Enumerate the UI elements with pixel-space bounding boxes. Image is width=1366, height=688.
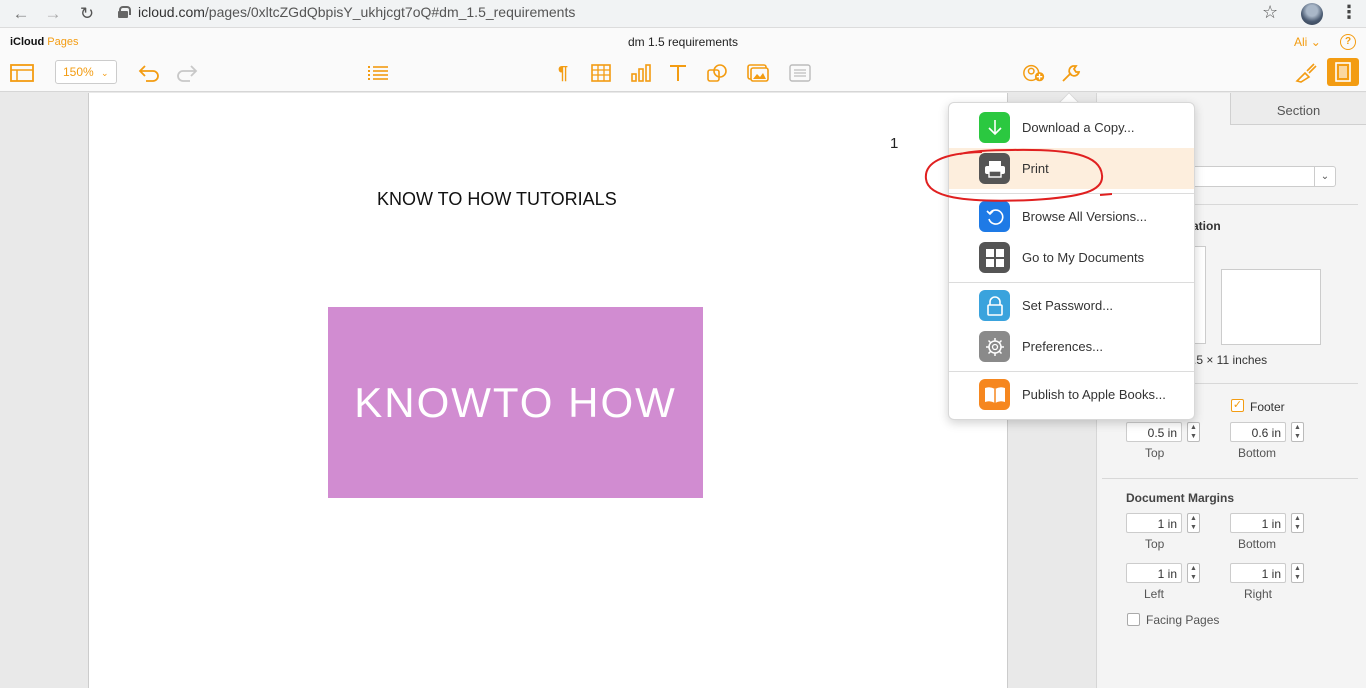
menu-label-download: Download a Copy... (1022, 120, 1135, 135)
page-number: 1 (890, 135, 899, 152)
menu-label-publish-books: Publish to Apple Books... (1022, 387, 1166, 402)
margin-right-label: Right (1244, 587, 1273, 601)
table-icon[interactable] (589, 62, 613, 84)
chart-icon[interactable] (629, 62, 653, 84)
footer-bottom-stepper[interactable]: ▲ ▼ (1291, 422, 1304, 442)
menu-divider (949, 282, 1194, 283)
menu-label-preferences: Preferences... (1022, 339, 1103, 354)
url-host: icloud.com (138, 4, 205, 20)
margin-bottom-label: Bottom (1238, 537, 1277, 551)
media-icon[interactable] (746, 62, 770, 84)
menu-item-preferences[interactable]: Preferences... (949, 326, 1194, 367)
margin-left-label: Left (1144, 587, 1165, 601)
annotation-circle (924, 148, 1112, 202)
orientation-label: ation (1192, 219, 1221, 233)
profile-avatar[interactable] (1301, 3, 1323, 25)
chevron-down-icon: ⌄ (1314, 167, 1335, 186)
help-icon[interactable]: ? (1340, 34, 1356, 50)
comment-icon[interactable] (788, 62, 812, 84)
lock-icon (979, 290, 1010, 321)
footer-label: Footer (1250, 400, 1285, 414)
grid-icon (979, 242, 1010, 273)
margin-left-stepper[interactable]: ▲ ▼ (1187, 563, 1200, 583)
menu-item-download[interactable]: Download a Copy... (949, 107, 1194, 148)
forward-arrow-icon[interactable]: → (42, 3, 64, 25)
chevron-down-icon: ⌄ (101, 68, 109, 78)
divider (1102, 478, 1358, 479)
browser-menu-icon[interactable]: ⋮ (1340, 2, 1358, 23)
view-icon[interactable] (10, 62, 34, 84)
footer-checkbox[interactable]: ✓ (1231, 399, 1244, 412)
landscape-option[interactable] (1221, 269, 1321, 345)
menu-divider (949, 371, 1194, 372)
zoom-select[interactable]: 150% ⌄ (55, 60, 117, 84)
tab-section[interactable]: Section (1230, 93, 1366, 125)
margin-bottom-stepper[interactable]: ▲ ▼ (1291, 513, 1304, 533)
document-heading[interactable]: KNOW TO HOW TUTORIALS (377, 189, 617, 210)
header-top-field[interactable]: 0.5 in (1126, 422, 1182, 442)
bookmark-star-icon[interactable]: ☆ (1262, 2, 1278, 23)
facing-pages-checkbox[interactable] (1127, 613, 1140, 626)
footer-bottom-label: Bottom (1238, 446, 1277, 460)
main-toolbar: ¶ (0, 54, 1366, 92)
list-icon[interactable] (366, 62, 390, 84)
gear-icon (979, 331, 1010, 362)
banner-shape[interactable]: KNOWTO HOW (328, 307, 703, 498)
margin-top-field[interactable]: 1 in (1126, 513, 1182, 533)
history-icon (979, 201, 1010, 232)
margin-left-field[interactable]: 1 in (1126, 563, 1182, 583)
chevron-down-icon: ⌄ (1310, 35, 1321, 49)
shape-icon[interactable] (705, 62, 729, 84)
section-select[interactable]: ⌄ (1192, 166, 1336, 187)
menu-label-my-documents: Go to My Documents (1022, 250, 1145, 265)
book-icon (979, 379, 1010, 410)
margin-right-field[interactable]: 1 in (1230, 563, 1286, 583)
menu-item-publish-books[interactable]: Publish to Apple Books... (949, 374, 1194, 415)
margin-bottom-field[interactable]: 1 in (1230, 513, 1286, 533)
document-title[interactable]: dm 1.5 requirements (0, 35, 1366, 49)
url-path: /pages/0xltcZGdQbpisY_ukhjcgt7oQ#dm_1.5_… (204, 4, 576, 20)
app-titlebar: iCloud Pages dm 1.5 requirements Ali ⌄ ? (0, 28, 1366, 54)
menu-item-set-password[interactable]: Set Password... (949, 285, 1194, 326)
paragraph-icon[interactable]: ¶ (551, 62, 575, 84)
margin-right-stepper[interactable]: ▲ ▼ (1291, 563, 1304, 583)
user-menu[interactable]: Ali ⌄ (1294, 35, 1321, 49)
redo-icon[interactable] (175, 62, 199, 84)
header-top-label: Top (1145, 446, 1165, 460)
footer-bottom-field[interactable]: 0.6 in (1230, 422, 1286, 442)
margin-top-stepper[interactable]: ▲ ▼ (1187, 513, 1200, 533)
user-name: Ali (1294, 35, 1308, 49)
zoom-value: 150% (63, 65, 94, 79)
undo-icon[interactable] (137, 62, 161, 84)
text-box-icon[interactable] (666, 62, 690, 84)
document-panel-icon[interactable] (1327, 58, 1359, 86)
document-margins-title: Document Margins (1126, 491, 1235, 505)
margin-top-label: Top (1145, 537, 1165, 551)
menu-label-set-password: Set Password... (1022, 298, 1114, 313)
lock-icon (118, 6, 131, 18)
header-top-stepper[interactable]: ▲ ▼ (1187, 422, 1200, 442)
menu-item-my-documents[interactable]: Go to My Documents (949, 237, 1194, 278)
download-icon (979, 112, 1010, 143)
menu-label-versions: Browse All Versions... (1022, 209, 1147, 224)
reload-icon[interactable]: ↻ (76, 3, 98, 25)
collaborate-icon[interactable] (1022, 62, 1046, 84)
back-arrow-icon[interactable]: ← (10, 3, 32, 25)
banner-text: KNOWTO HOW (354, 378, 677, 426)
paper-size-label: .5 × 11 inches (1193, 353, 1268, 367)
facing-pages-label: Facing Pages (1146, 613, 1220, 627)
address-bar[interactable]: icloud.com/pages/0xltcZGdQbpisY_ukhjcgt7… (118, 4, 575, 20)
browser-bar: ← → ↻ icloud.com/pages/0xltcZGdQbpisY_uk… (0, 0, 1366, 28)
format-brush-icon[interactable] (1294, 62, 1318, 84)
wrench-icon[interactable] (1059, 62, 1083, 84)
